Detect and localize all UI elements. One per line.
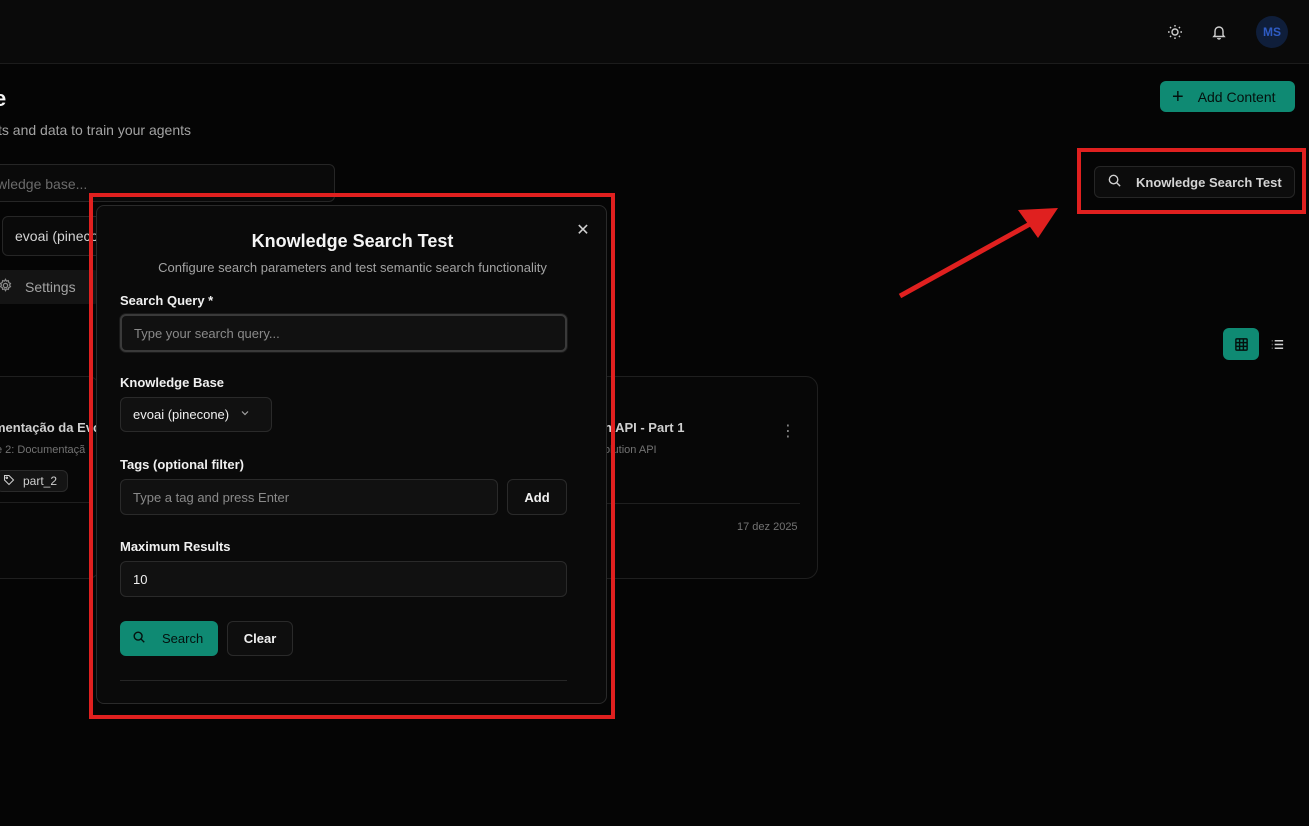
highlight-box-button xyxy=(1077,148,1306,214)
highlight-box-dialog xyxy=(89,193,615,719)
annotation-arrow xyxy=(898,208,1058,299)
